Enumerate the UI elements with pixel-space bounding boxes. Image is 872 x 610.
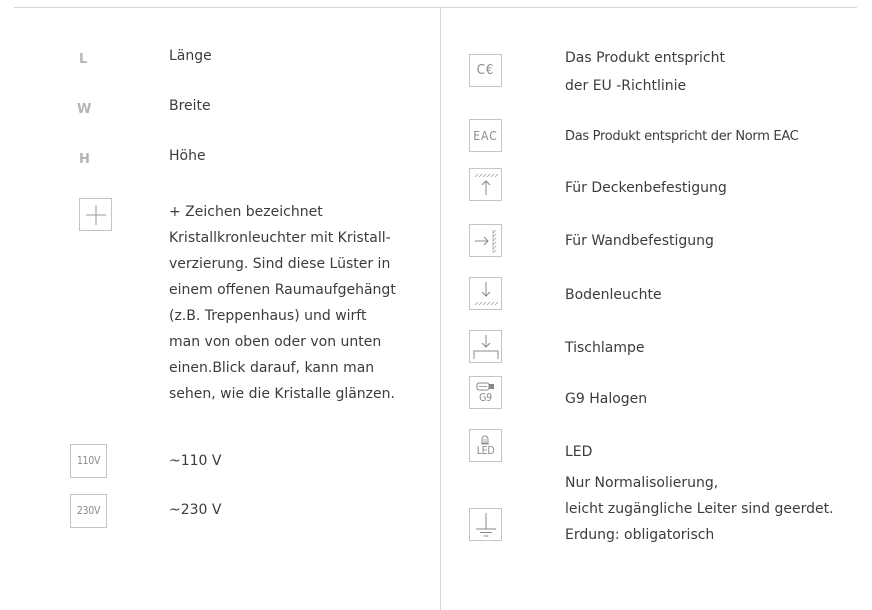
g9-halogen-label: G9 Halogen [565, 391, 648, 407]
eac-line-1: Das Produkt entspricht der Norm EAC [565, 129, 799, 144]
crystal-line-5: (z.B. Treppenhaus) und wirft [169, 308, 367, 324]
table-lamp-icon [469, 330, 502, 363]
ce-mark-icon: C€ [469, 54, 502, 87]
ground-icon [469, 508, 502, 541]
crystal-line-2: Kristallkronleuchter mit Kristall- [169, 230, 391, 246]
column-divider [440, 8, 441, 610]
table-lamp-label: Tischlampe [565, 340, 645, 356]
length-symbol: L [79, 52, 88, 67]
ground-line-2: leicht zugängliche Leiter sind geerdet. [565, 501, 834, 517]
ce-line-1: Das Produkt entspricht [565, 50, 725, 66]
voltage-230-label: ~230 V [169, 502, 222, 518]
wall-mount-icon [469, 224, 502, 257]
floor-lamp-label: Bodenleuchte [565, 287, 662, 303]
ceiling-mount-icon [469, 168, 502, 201]
plus-icon [79, 198, 112, 231]
height-label: Höhe [169, 148, 206, 164]
floor-lamp-icon [469, 277, 502, 310]
crystal-line-3: verzierung. Sind diese Lüster in [169, 256, 391, 272]
crystal-line-7: einen.Blick darauf, kann man [169, 360, 375, 376]
ground-line-1: Nur Normalisolierung, [565, 475, 719, 491]
crystal-line-6: man von oben oder von unten [169, 334, 382, 350]
voltage-110-label: ~110 V [169, 453, 222, 469]
length-label: Länge [169, 48, 212, 64]
crystal-line-1: + Zeichen bezeichnet [169, 204, 323, 220]
ce-line-2: der EU -Richtlinie [565, 78, 687, 94]
voltage-230-badge: 230V [70, 494, 107, 528]
eac-mark-icon: EAC [469, 119, 502, 152]
led-label: LED [565, 444, 593, 460]
voltage-110-badge: 110V [70, 444, 107, 478]
crystal-line-8: sehen, wie die Kristalle glänzen. [169, 386, 395, 402]
led-icon: LED [469, 429, 502, 462]
width-symbol: W [77, 102, 92, 117]
g9-bulb-icon: G9 [469, 376, 502, 409]
wall-mount-label: Für Wandbefestigung [565, 233, 714, 249]
height-symbol: H [79, 152, 90, 167]
ground-line-3: Erdung: obligatorisch [565, 527, 715, 543]
crystal-line-4: einem offenen Raumaufgehängt [169, 282, 396, 298]
ceiling-mount-label: Für Deckenbefestigung [565, 180, 727, 196]
width-label: Breite [169, 98, 211, 114]
top-divider [14, 7, 857, 8]
